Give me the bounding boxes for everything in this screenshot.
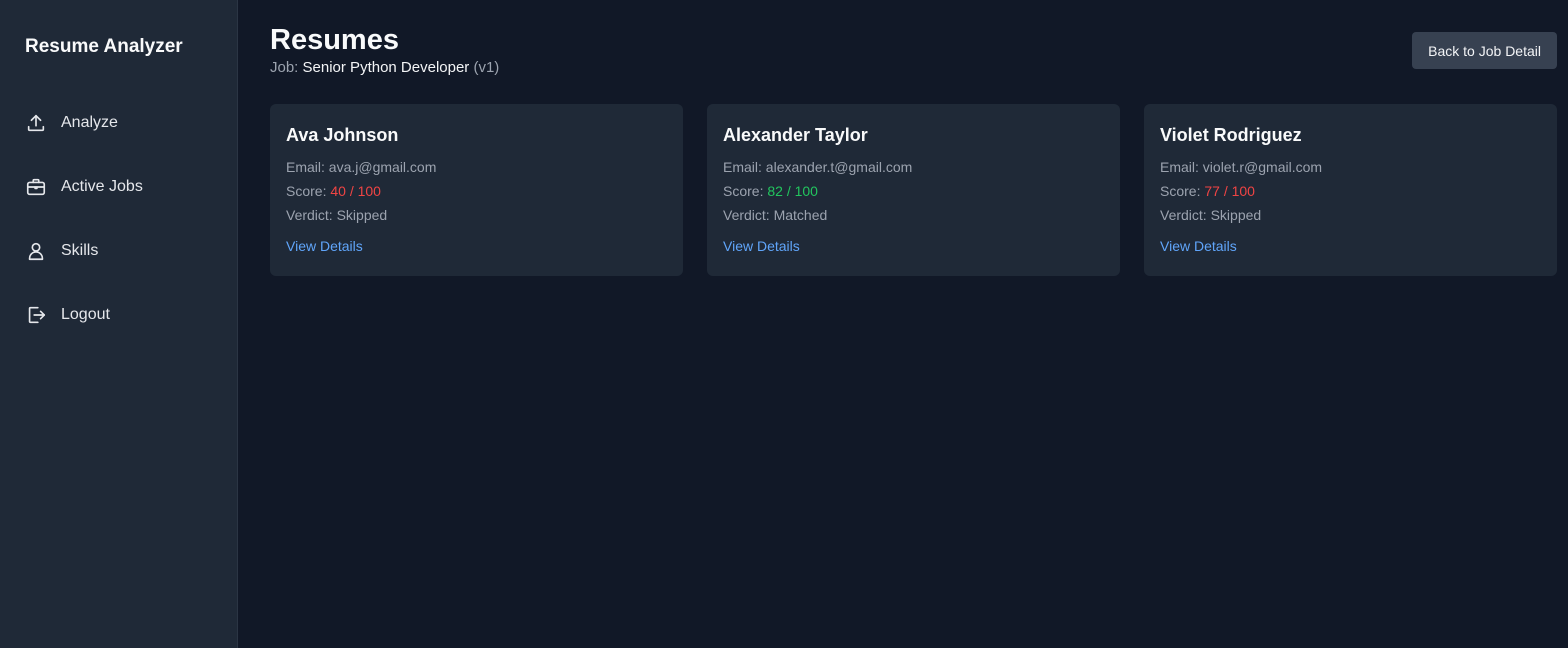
verdict-label: Verdict: [723,207,770,223]
verdict-label: Verdict: [1160,207,1207,223]
brand-title: Resume Analyzer [25,36,183,57]
app: Resume Analyzer Analyze Active Jobs Skil… [0,0,1568,648]
score-line: Score: 40 / 100 [286,179,667,203]
score-label: Score: [1160,183,1201,199]
score-line: Score: 82 / 100 [723,179,1104,203]
resume-card: Alexander Taylor Email: alexander.t@gmai… [707,104,1120,276]
score-value: 77 / 100 [1204,183,1255,199]
verdict-value: Skipped [336,207,388,223]
view-details-link[interactable]: View Details [1160,238,1237,254]
score-value: 40 / 100 [330,183,381,199]
email-line: Email: alexander.t@gmail.com [723,155,1104,179]
sidebar-item-label: Analyze [61,114,118,131]
user-icon [25,240,47,262]
candidate-name: Ava Johnson [286,125,399,145]
view-details-link[interactable]: View Details [286,238,363,254]
verdict-value: Matched [773,207,828,223]
email-label: Email: [723,159,762,175]
verdict-line: Verdict: Matched [723,203,1104,227]
job-version: (v1) [473,59,500,76]
title-block: Resumes Job: Senior Python Developer (v1… [270,22,499,78]
page-title: Resumes [270,24,399,56]
score-line: Score: 77 / 100 [1160,179,1541,203]
sidebar-item-label: Logout [61,306,110,323]
job-name: Senior Python Developer [302,59,470,76]
score-label: Score: [286,183,327,199]
verdict-label: Verdict: [286,207,333,223]
sidebar: Resume Analyzer Analyze Active Jobs Skil… [0,0,238,648]
email-line: Email: violet.r@gmail.com [1160,155,1541,179]
sidebar-item-active-jobs[interactable]: Active Jobs [0,155,237,219]
candidate-name: Violet Rodriguez [1160,125,1302,145]
sidebar-item-label: Active Jobs [61,178,143,195]
upload-icon [25,112,47,134]
score-value: 82 / 100 [767,183,818,199]
email-value: alexander.t@gmail.com [765,159,913,175]
sidebar-item-analyze[interactable]: Analyze [0,91,237,155]
page-header: Resumes Job: Senior Python Developer (v1… [270,22,1557,78]
email-value: ava.j@gmail.com [328,159,437,175]
email-label: Email: [286,159,325,175]
view-details-link[interactable]: View Details [723,238,800,254]
resume-card-list: Ava Johnson Email: ava.j@gmail.com Score… [270,104,1557,276]
sidebar-item-label: Skills [61,242,99,259]
job-subtitle: Job: Senior Python Developer (v1) [270,58,499,78]
logout-icon [25,304,47,326]
verdict-line: Verdict: Skipped [286,203,667,227]
resume-card: Ava Johnson Email: ava.j@gmail.com Score… [270,104,683,276]
sidebar-item-skills[interactable]: Skills [0,219,237,283]
resume-card: Violet Rodriguez Email: violet.r@gmail.c… [1144,104,1557,276]
briefcase-icon [25,176,47,198]
back-to-job-detail-button[interactable]: Back to Job Detail [1412,32,1557,69]
job-prefix: Job: [270,59,299,76]
verdict-value: Skipped [1210,207,1262,223]
verdict-line: Verdict: Skipped [1160,203,1541,227]
sidebar-item-logout[interactable]: Logout [0,283,237,347]
candidate-name: Alexander Taylor [723,125,868,145]
score-label: Score: [723,183,764,199]
email-line: Email: ava.j@gmail.com [286,155,667,179]
email-value: violet.r@gmail.com [1202,159,1323,175]
email-label: Email: [1160,159,1199,175]
main-content: Resumes Job: Senior Python Developer (v1… [238,0,1568,648]
